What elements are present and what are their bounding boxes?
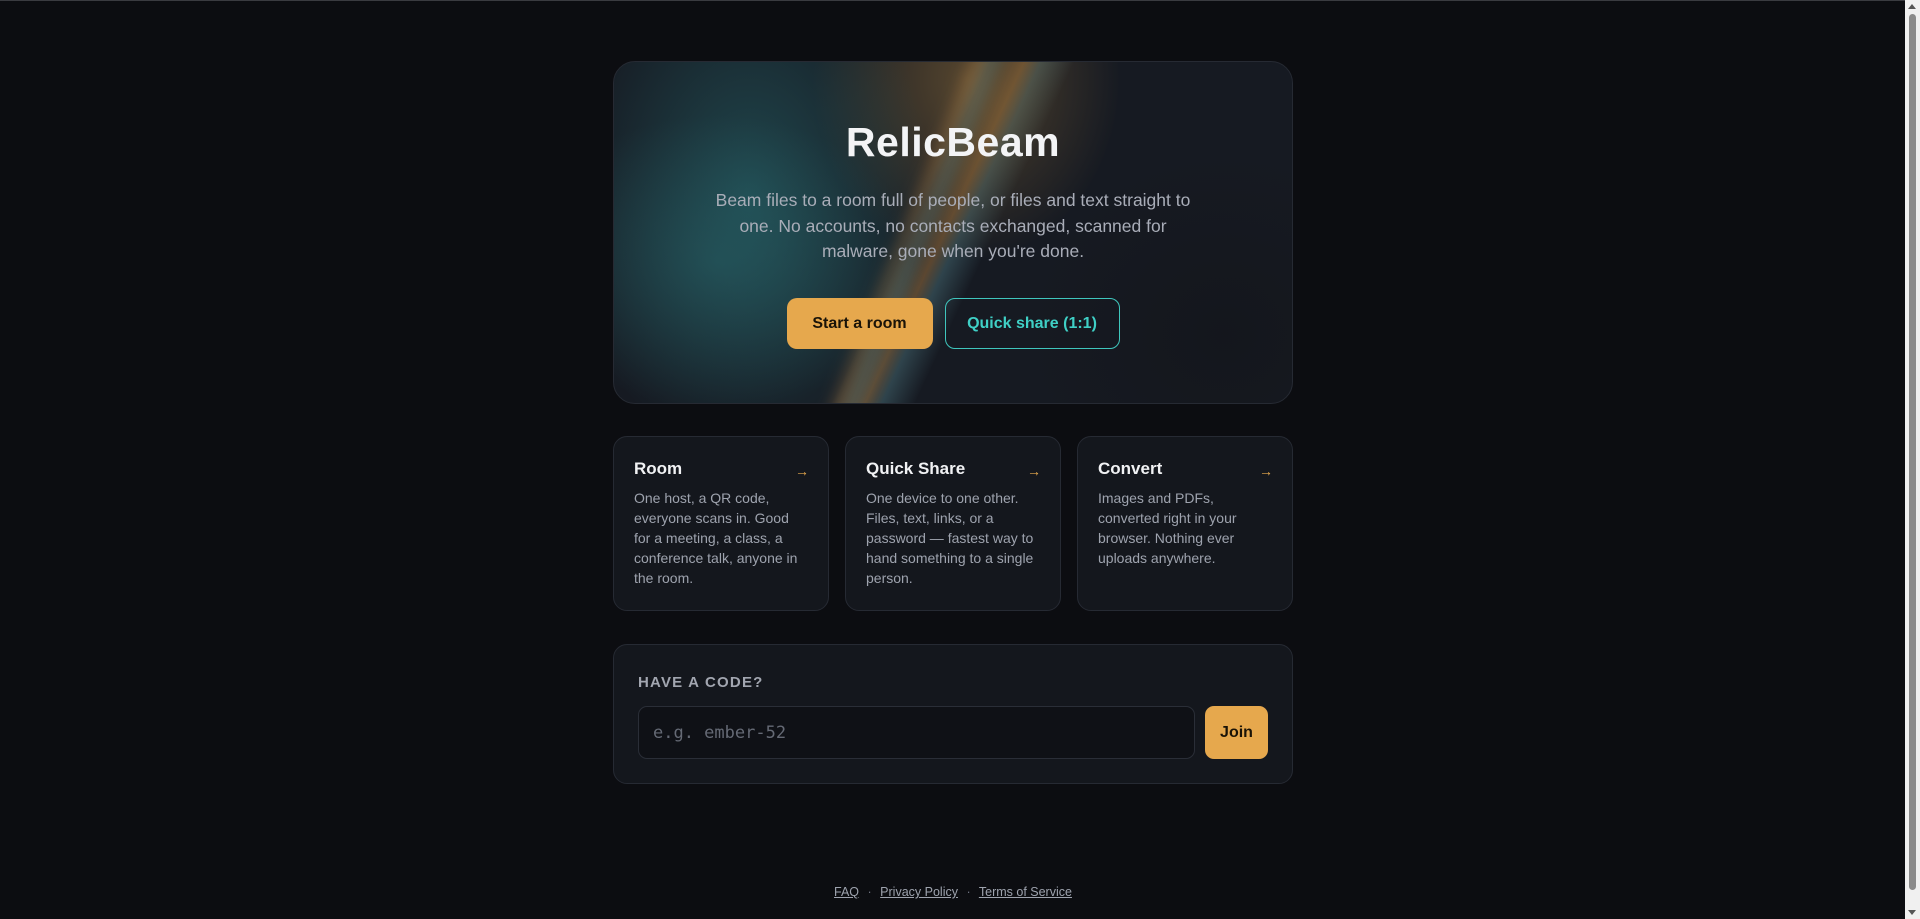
card-description: Images and PDFs, converted right in your… — [1098, 490, 1237, 566]
card-room[interactable]: Room → One host, a QR code, everyone sca… — [613, 436, 829, 611]
card-description: One device to one other. Files, text, li… — [866, 490, 1034, 586]
faq-link[interactable]: FAQ — [834, 885, 859, 899]
scroll-up-icon[interactable] — [1908, 4, 1916, 9]
card-description: One host, a QR code, everyone scans in. … — [634, 490, 798, 586]
arrow-right-icon: → — [1027, 462, 1041, 479]
footer-links: FAQ · Privacy Policy · Terms of Service — [613, 885, 1293, 899]
scroll-down-icon[interactable] — [1908, 910, 1916, 915]
card-title: Convert — [1098, 459, 1163, 478]
app-description: Beam files to a room full of people, or … — [715, 190, 1191, 261]
hero-actions: Start a room Quick share (1:1) — [614, 298, 1292, 349]
card-header: Room → — [634, 459, 809, 479]
scrollbar-thumb[interactable] — [1909, 14, 1916, 890]
join-button[interactable]: Join — [1205, 706, 1268, 759]
card-title: Quick Share — [866, 459, 966, 478]
app-title: RelicBeam — [845, 119, 1061, 165]
main-container: RelicBeam Beam files to a room full of p… — [613, 61, 1293, 899]
join-code-label: HAVE A CODE? — [638, 674, 764, 691]
card-title: Room — [634, 459, 683, 478]
card-quick-share[interactable]: Quick Share → One device to one other. F… — [845, 436, 1061, 611]
join-code-panel: HAVE A CODE? Join — [613, 644, 1293, 784]
footer-separator: · — [867, 885, 872, 899]
terms-of-service-link[interactable]: Terms of Service — [979, 885, 1072, 899]
arrow-right-icon: → — [795, 462, 809, 479]
footer-separator: · — [966, 885, 971, 899]
window-top-border — [0, 0, 1905, 1]
privacy-policy-link[interactable]: Privacy Policy — [880, 885, 958, 899]
room-code-input[interactable] — [638, 706, 1195, 759]
vertical-scrollbar[interactable] — [1905, 0, 1920, 919]
quick-share-button[interactable]: Quick share (1:1) — [944, 298, 1120, 349]
arrow-right-icon: → — [1259, 462, 1273, 479]
feature-cards: Room → One host, a QR code, everyone sca… — [613, 436, 1293, 611]
start-room-button[interactable]: Start a room — [786, 298, 933, 349]
card-header: Convert → — [1098, 459, 1273, 479]
card-header: Quick Share → — [866, 459, 1041, 479]
hero-panel: RelicBeam Beam files to a room full of p… — [613, 61, 1293, 404]
card-convert[interactable]: Convert → Images and PDFs, converted rig… — [1077, 436, 1293, 611]
